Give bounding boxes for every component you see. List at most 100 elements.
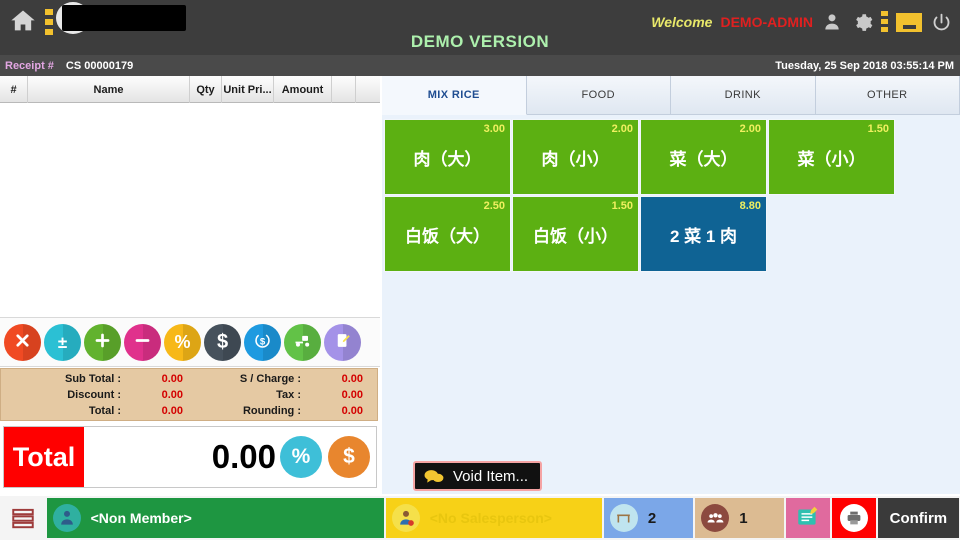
discount-value: 0.00 — [161, 388, 183, 401]
user-icon[interactable] — [821, 10, 843, 34]
salesperson-label: <No Salesperson> — [429, 510, 552, 526]
totals-summary: Sub Total : 0.00 S / Charge : 0.00 Discoun… — [0, 368, 378, 421]
product-name: 菜（大） — [669, 149, 738, 169]
column-header-extra-1 — [332, 76, 356, 103]
product-name: 白饭（大） — [405, 226, 490, 246]
column-header-unit-price: Unit Pri... — [222, 76, 274, 103]
product-price: 2.50 — [483, 200, 505, 212]
product-tile[interactable]: 8.80 2 菜 1 肉 — [640, 196, 767, 272]
user-area: Welcome DEMO-ADMIN — [651, 7, 952, 37]
notes-button[interactable] — [786, 498, 831, 538]
list-menu-icon[interactable] — [1, 497, 45, 539]
table-count: 2 — [647, 509, 657, 527]
receipt-label: Receipt # — [5, 59, 54, 72]
pax-selector[interactable]: 1 — [695, 498, 785, 538]
category-tabs: MIX RICE FOOD DRINK OTHER — [382, 76, 960, 115]
refund-button[interactable]: $ — [244, 323, 281, 361]
top-bar: DEMO VERSION Welcome DEMO-ADMIN — [0, 0, 960, 55]
summary-row: Discount : 0.00 — [9, 387, 189, 403]
summary-row: Total : 0.00 — [9, 403, 189, 419]
price-button[interactable]: $ — [204, 323, 241, 361]
product-tile[interactable]: 2.00 菜（大） — [640, 119, 767, 195]
company-logo — [62, 5, 186, 31]
total-value: 0.00 — [161, 404, 183, 417]
tab-drink[interactable]: DRINK — [671, 76, 816, 115]
table-selector[interactable]: 2 — [603, 498, 694, 538]
delivery-button[interactable] — [284, 323, 321, 361]
void-button[interactable] — [4, 323, 41, 361]
tab-mix-rice[interactable]: MIX RICE — [382, 76, 527, 115]
rounding-value: 0.00 — [341, 404, 363, 417]
summary-row: Tax : 0.00 — [189, 387, 369, 403]
rounding-label: Rounding : — [242, 404, 301, 417]
product-price: 1.50 — [867, 123, 889, 135]
add-qty-button[interactable] — [84, 323, 121, 361]
column-header-amount: Amount — [274, 76, 332, 103]
summary-row: Sub Total : 0.00 — [9, 371, 189, 387]
product-name: 肉（大） — [413, 149, 482, 169]
welcome-label: Welcome — [651, 14, 713, 30]
column-header-name: Name — [28, 76, 190, 103]
admin-name-label: DEMO-ADMIN — [720, 14, 813, 30]
remark-button[interactable] — [324, 323, 361, 361]
product-price: 2.00 — [611, 123, 633, 135]
product-price: 8.80 — [739, 200, 761, 212]
product-price: 1.50 — [611, 200, 633, 212]
receipt-number: CS 00000179 — [65, 59, 134, 72]
people-icon — [701, 504, 730, 532]
home-icon[interactable] — [8, 7, 38, 35]
product-price: 2.00 — [739, 123, 761, 135]
table-icon — [609, 504, 638, 532]
percent-discount-button[interactable]: % — [280, 436, 322, 478]
product-name: 肉（小） — [541, 149, 610, 169]
tax-label: Tax : — [276, 388, 301, 401]
power-icon[interactable] — [930, 10, 952, 34]
member-label: <Non Member> — [90, 510, 192, 526]
summary-row: S / Charge : 0.00 — [189, 371, 369, 387]
receipt-bar: Receipt # CS 00000179 Tuesday, 25 Sep 20… — [0, 55, 960, 76]
column-header-extra-2 — [356, 76, 380, 103]
tax-value: 0.00 — [341, 388, 363, 401]
vertical-dots-icon[interactable] — [881, 11, 888, 33]
product-panel: MIX RICE FOOD DRINK OTHER 3.00 肉（大） 2.00… — [382, 76, 960, 494]
product-tile[interactable]: 3.00 肉（大） — [384, 119, 511, 195]
svg-text:$: $ — [260, 336, 266, 347]
minus-qty-button[interactable] — [124, 323, 161, 361]
product-tile[interactable]: 1.50 菜（小） — [768, 119, 895, 195]
minimize-icon[interactable] — [896, 12, 922, 32]
pax-count: 1 — [739, 509, 748, 527]
plus-minus-button[interactable]: ± — [44, 323, 81, 361]
product-tile[interactable]: 2.00 肉（小） — [512, 119, 639, 195]
receipt-item-list[interactable] — [0, 103, 380, 341]
total-label: Total : — [88, 404, 121, 417]
confirm-button[interactable]: Confirm — [877, 498, 960, 538]
column-header-index: # — [0, 76, 28, 103]
service-charge-label: S / Charge : — [239, 372, 301, 385]
subtotal-value: 0.00 — [161, 372, 183, 385]
salesperson-selector[interactable]: <No Salesperson> — [385, 498, 602, 538]
print-button[interactable] — [832, 498, 876, 538]
notes-icon — [795, 503, 821, 534]
product-name: 白饭（小） — [533, 226, 618, 246]
discount-button[interactable]: % — [164, 323, 201, 361]
receipt-table-header: # Name Qty Unit Pri... Amount — [0, 76, 380, 103]
member-selector[interactable]: <Non Member> — [46, 498, 384, 538]
product-name: 2 菜 1 肉 — [669, 226, 738, 246]
tab-other[interactable]: OTHER — [815, 76, 960, 115]
tab-food[interactable]: FOOD — [526, 76, 671, 115]
pos-application: DEMO VERSION Welcome DEMO-ADMIN Receipt … — [0, 0, 960, 540]
product-price: 3.00 — [483, 123, 505, 135]
speech-bubble-icon — [423, 468, 445, 485]
payment-button[interactable]: $ — [328, 436, 370, 478]
product-name: 菜（小） — [797, 149, 866, 169]
total-label-badge: Total — [4, 427, 84, 487]
subtotal-label: Sub Total : — [64, 372, 121, 385]
product-tile[interactable]: 1.50 白饭（小） — [512, 196, 639, 272]
column-header-qty: Qty — [190, 76, 222, 103]
discount-label: Discount : — [67, 388, 121, 401]
datetime-label: Tuesday, 25 Sep 2018 03:55:14 PM — [775, 59, 954, 72]
gear-icon[interactable] — [851, 10, 873, 34]
summary-row: Rounding : 0.00 — [189, 403, 369, 419]
product-tile[interactable]: 2.50 白饭（大） — [384, 196, 511, 272]
product-grid: 3.00 肉（大） 2.00 肉（小） 2.00 菜（大） 1.50 菜（小） … — [382, 115, 960, 272]
